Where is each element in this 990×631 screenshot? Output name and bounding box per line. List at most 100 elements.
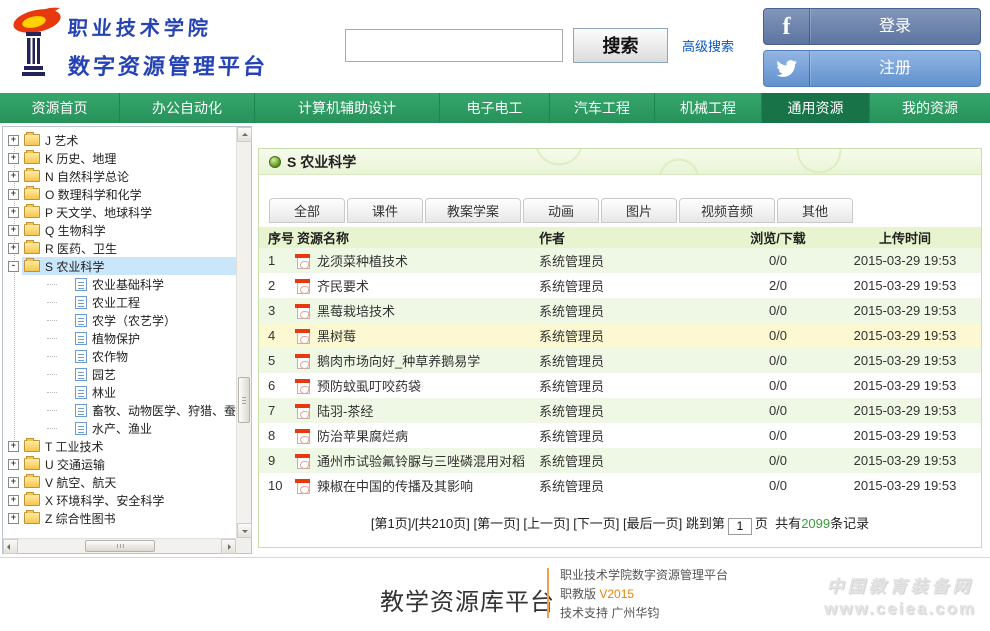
tree-toggle-icon[interactable]: - [8, 261, 19, 272]
tree-toggle-icon[interactable]: + [8, 225, 19, 236]
col-views: 浏览/下载 [727, 227, 829, 248]
search-button[interactable]: 搜索 [573, 28, 668, 63]
tree-toggle-icon[interactable]: + [8, 477, 19, 488]
tree-item-label: X 环境科学、安全科学 [45, 492, 164, 509]
pdf-file-icon [297, 304, 310, 319]
watermark-line2: www.ceiea.com [824, 599, 976, 619]
total-suffix: 条记录 [830, 516, 869, 531]
category-tree: + J 艺术 + K 历史、地理 + [3, 127, 236, 538]
search-area: 搜索 高级搜索 [345, 27, 734, 63]
scroll-right-arrow[interactable] [221, 539, 236, 554]
tree-toggle-icon[interactable]: + [8, 441, 19, 452]
tree-item[interactable]: + X 环境科学、安全科学 [3, 491, 236, 509]
table-row: 2 齐民要术 系统管理员 2/0 2015-03-29 19:53 [259, 273, 981, 298]
tree-toggle-icon[interactable]: + [8, 135, 19, 146]
scroll-down-arrow[interactable] [237, 523, 252, 538]
resource-name-link[interactable]: 通州市试验氟铃脲与三唑磷混用对稻 [317, 454, 525, 469]
resource-name-link[interactable]: 辣椒在中国的传播及其影响 [317, 479, 473, 494]
resource-name-link[interactable]: 陆羽-茶经 [317, 404, 373, 419]
resource-name-link[interactable]: 防治苹果腐烂病 [317, 429, 408, 444]
tree-item-label: 畜牧、动物医学、狩猎、蚕、蜂 [92, 402, 236, 419]
tree-item[interactable]: - S 农业科学 [3, 257, 236, 275]
scroll-up-arrow[interactable] [237, 127, 252, 142]
resource-name-link[interactable]: 预防蚊虱叮咬药袋 [317, 379, 421, 394]
tree-item[interactable]: + V 航空、航天 [3, 473, 236, 491]
resource-name-link[interactable]: 鹅肉市场向好_种草养鹅易学 [317, 354, 480, 369]
footer-platform-name: 教学资源库平台 [380, 582, 555, 617]
advanced-search-link[interactable]: 高级搜索 [682, 36, 734, 55]
tree-item[interactable]: + Q 生物科学 [3, 221, 236, 239]
resource-tab[interactable]: 图片 [601, 198, 677, 223]
tree-vertical-scrollbar[interactable] [236, 127, 251, 538]
tree-toggle-icon[interactable]: + [8, 513, 19, 524]
resource-tab[interactable]: 视频音频 [679, 198, 775, 223]
pagination: [第1页]/[共210页] [第一页] [上一页] [下一页] [最后一页] 跳… [259, 513, 981, 535]
nav-tab[interactable]: 办公自动化 [120, 93, 255, 123]
tree-item-label: Z 综合性图书 [45, 510, 116, 527]
tree-toggle-icon[interactable]: + [8, 189, 19, 200]
nav-tab[interactable]: 汽车工程 [550, 93, 655, 123]
resource-tab[interactable]: 其他 [777, 198, 853, 223]
resource-tab[interactable]: 全部 [269, 198, 345, 223]
resource-name-link[interactable]: 齐民要术 [317, 279, 369, 294]
tree-item[interactable]: 农学（农艺学） [3, 311, 236, 329]
nav-tab[interactable]: 我的资源 [870, 93, 990, 123]
tree-item[interactable]: + Z 综合性图书 [3, 509, 236, 527]
resource-name-link[interactable]: 黑莓栽培技术 [317, 304, 395, 319]
tree-item[interactable]: + K 历史、地理 [3, 149, 236, 167]
tree-item[interactable]: 水产、渔业 [3, 419, 236, 437]
register-button[interactable]: 注册 [763, 50, 981, 87]
tree-toggle-icon[interactable]: + [8, 459, 19, 470]
next-page-link[interactable]: [下一页] [573, 516, 619, 531]
tree-item[interactable]: + U 交通运输 [3, 455, 236, 473]
tree-toggle-icon[interactable]: + [8, 153, 19, 164]
login-button[interactable]: f 登录 [763, 8, 981, 45]
tree-toggle-icon[interactable]: + [8, 171, 19, 182]
first-page-link[interactable]: [第一页] [473, 516, 519, 531]
tree-item[interactable]: 植物保护 [3, 329, 236, 347]
horizontal-scroll-thumb[interactable] [85, 540, 155, 552]
tree-item[interactable]: + N 自然科学总论 [3, 167, 236, 185]
nav-tab[interactable]: 资源首页 [0, 93, 120, 123]
row-number: 10 [259, 473, 295, 498]
tree-toggle-icon[interactable]: + [8, 495, 19, 506]
nav-tab[interactable]: 机械工程 [655, 93, 762, 123]
tree-horizontal-scrollbar[interactable] [3, 538, 236, 553]
pdf-file-icon [297, 354, 310, 369]
tree-item[interactable]: + T 工业技术 [3, 437, 236, 455]
nav-tab[interactable]: 电子电工 [440, 93, 550, 123]
tree-item-label: O 数理科学和化学 [45, 186, 142, 203]
prev-page-link[interactable]: [上一页] [523, 516, 569, 531]
nav-tab[interactable]: 计算机辅助设计 [255, 93, 440, 123]
document-icon [75, 368, 87, 381]
tree-item[interactable]: + J 艺术 [3, 131, 236, 149]
search-input[interactable] [345, 29, 563, 62]
tree-item[interactable]: 农业基础科学 [3, 275, 236, 293]
views-downloads-cell: 0/0 [727, 248, 829, 273]
tree-item[interactable]: 农作物 [3, 347, 236, 365]
scroll-left-arrow[interactable] [3, 539, 18, 554]
tree-item[interactable]: + O 数理科学和化学 [3, 185, 236, 203]
tree-toggle-icon[interactable]: + [8, 243, 19, 254]
last-page-link[interactable]: [最后一页] [623, 516, 682, 531]
tree-item[interactable]: + R 医药、卫生 [3, 239, 236, 257]
author-cell: 系统管理员 [539, 398, 727, 423]
resource-tab[interactable]: 教案学案 [425, 198, 521, 223]
tree-item[interactable]: 农业工程 [3, 293, 236, 311]
vertical-scroll-thumb[interactable] [238, 377, 250, 423]
tree-item[interactable]: 林业 [3, 383, 236, 401]
resource-name-link[interactable]: 龙须菜种植技术 [317, 254, 408, 269]
tree-item[interactable]: + P 天文学、地球科学 [3, 203, 236, 221]
pdf-file-icon [297, 254, 310, 269]
tree-toggle-icon[interactable]: + [8, 207, 19, 218]
jump-page-input[interactable] [728, 518, 752, 535]
nav-tab[interactable]: 通用资源 [762, 93, 870, 123]
tree-item[interactable]: 园艺 [3, 365, 236, 383]
resource-name-link[interactable]: 黑树莓 [317, 329, 356, 344]
tree-item[interactable]: 畜牧、动物医学、狩猎、蚕、蜂 [3, 401, 236, 419]
resource-tab[interactable]: 动画 [523, 198, 599, 223]
resource-tab[interactable]: 课件 [347, 198, 423, 223]
document-icon [75, 404, 87, 417]
upload-time-cell: 2015-03-29 19:53 [829, 348, 981, 373]
col-no: 序号 [259, 227, 295, 248]
